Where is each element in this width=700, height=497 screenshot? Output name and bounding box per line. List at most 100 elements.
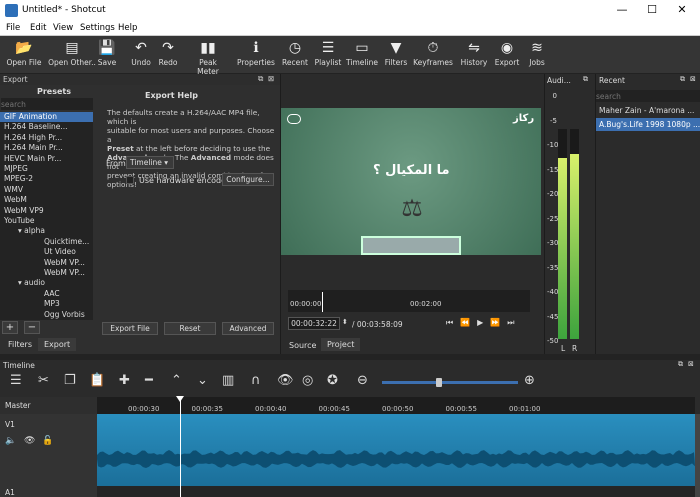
configure-button[interactable]: Configure... bbox=[222, 173, 274, 186]
preset-item[interactable]: Ut Video bbox=[0, 247, 93, 257]
float-icon[interactable]: ⧉ bbox=[678, 360, 683, 369]
tab-filters[interactable]: Filters bbox=[8, 340, 32, 349]
export-file-button[interactable]: Export File bbox=[102, 322, 158, 335]
zoom-slider[interactable] bbox=[382, 378, 518, 387]
preset-item[interactable]: WMV bbox=[0, 185, 93, 195]
menu-view[interactable]: View bbox=[53, 23, 73, 33]
preset-item[interactable]: ▾ audio bbox=[0, 278, 93, 288]
zoom-slider-handle[interactable] bbox=[436, 378, 443, 387]
lift-icon[interactable]: ⌃ bbox=[171, 373, 182, 389]
recent-item[interactable]: A.Bug's.Life 1998 1080p ... bbox=[596, 118, 700, 131]
preset-item[interactable]: MP3 bbox=[0, 299, 93, 309]
preset-item[interactable]: WebM VP... bbox=[0, 268, 93, 278]
preset-item[interactable]: GIF Animation bbox=[0, 112, 93, 123]
video-preview[interactable]: ركاز ما المكيال ؟ ⚖ bbox=[281, 108, 541, 255]
zoom-out-icon[interactable]: ⊖ bbox=[357, 373, 368, 389]
reset-button[interactable]: Reset bbox=[164, 322, 216, 335]
playhead-marker-icon[interactable] bbox=[176, 396, 184, 402]
recent-item[interactable]: Maher Zain - A'marona ... bbox=[596, 104, 700, 117]
toolbar-properties-button[interactable]: ℹ Properties bbox=[237, 38, 275, 72]
lock-icon[interactable]: 🔓 bbox=[42, 436, 53, 446]
toolbar-jobs-button[interactable]: ≋ Jobs bbox=[526, 38, 548, 72]
preset-item[interactable]: ▾ alpha bbox=[0, 226, 93, 236]
paste-icon[interactable]: 📋 bbox=[89, 373, 105, 389]
add-preset-button[interactable]: + bbox=[2, 321, 18, 334]
player-playhead[interactable] bbox=[322, 292, 323, 312]
close-button[interactable]: ✕ bbox=[668, 2, 696, 18]
tab-source[interactable]: Source bbox=[289, 341, 316, 350]
preset-item[interactable]: WebM VP9 bbox=[0, 206, 93, 216]
preset-item[interactable]: Ogg Vorbis bbox=[0, 310, 93, 320]
scrub-icon[interactable]: 👁 bbox=[277, 373, 294, 389]
tab-export[interactable]: Export bbox=[38, 338, 77, 351]
hide-icon[interactable]: 👁 bbox=[24, 436, 35, 446]
close-panel-icon[interactable]: ⊠ bbox=[268, 74, 274, 83]
toolbar-redo-button[interactable]: ↷ Redo bbox=[157, 38, 179, 72]
hardware-encoder-checkbox[interactable] bbox=[126, 176, 134, 184]
maximize-button[interactable]: ☐ bbox=[638, 2, 666, 18]
splitter[interactable] bbox=[544, 74, 545, 354]
menu-icon[interactable]: ☰ bbox=[10, 373, 22, 389]
fast-forward-icon[interactable]: ⏩ bbox=[490, 318, 507, 327]
menu-help[interactable]: Help bbox=[118, 23, 137, 33]
toolbar-open-file-button[interactable]: 📂 Open File bbox=[5, 38, 43, 72]
skip-start-icon[interactable]: ⏮ bbox=[446, 318, 460, 327]
splitter[interactable] bbox=[595, 74, 596, 354]
from-select[interactable]: Timeline ▾ bbox=[126, 156, 174, 169]
menu-settings[interactable]: Settings bbox=[80, 23, 115, 33]
float-icon[interactable]: ⧉ bbox=[583, 75, 588, 84]
close-panel-icon[interactable]: ⊠ bbox=[690, 75, 696, 83]
toolbar-timeline-button[interactable]: ▭ Timeline bbox=[346, 38, 378, 72]
splitter[interactable] bbox=[280, 74, 281, 354]
tab-project[interactable]: Project bbox=[321, 338, 361, 351]
toolbar-playlist-button[interactable]: ☰ Playlist bbox=[314, 38, 342, 72]
recent-search-input[interactable] bbox=[596, 90, 700, 102]
float-icon[interactable]: ⧉ bbox=[258, 74, 263, 84]
append-icon[interactable]: ✚ bbox=[119, 373, 130, 389]
menu-edit[interactable]: Edit bbox=[30, 23, 46, 33]
toolbar-recent-button[interactable]: ◷ Recent bbox=[281, 38, 309, 72]
presets-search-input[interactable] bbox=[1, 98, 93, 110]
mute-icon[interactable]: 🔈 bbox=[5, 436, 16, 446]
toolbar-keyframes-button[interactable]: ⏱ Keyframes bbox=[413, 38, 453, 72]
preset-item[interactable]: H.264 Main Pr... bbox=[0, 143, 93, 153]
toolbar-export-button[interactable]: ◉ Export bbox=[493, 38, 521, 72]
ripple-all-icon[interactable]: ✪ bbox=[327, 373, 338, 389]
splitter[interactable] bbox=[0, 354, 700, 360]
preset-item[interactable]: WebM bbox=[0, 195, 93, 205]
cut-icon[interactable]: ✂ bbox=[38, 373, 49, 389]
preset-item[interactable]: YouTube bbox=[0, 216, 93, 226]
toolbar-undo-button[interactable]: ↶ Undo bbox=[130, 38, 152, 72]
current-time-field[interactable]: 00:00:32:22 bbox=[288, 317, 340, 330]
overwrite-icon[interactable]: ⌄ bbox=[197, 373, 208, 389]
a1-track[interactable] bbox=[97, 486, 695, 497]
player-ruler[interactable]: 00:00:00 00:02:00 bbox=[288, 290, 530, 312]
preset-item[interactable]: HEVC Main Pr... bbox=[0, 154, 93, 164]
toolbar-peak-meter-button[interactable]: ▮▮ Peak Meter bbox=[188, 38, 228, 76]
play-icon[interactable]: ▶ bbox=[477, 318, 490, 327]
toolbar-save-button[interactable]: 💾 Save bbox=[96, 38, 118, 72]
float-icon[interactable]: ⧉ bbox=[680, 75, 685, 84]
preset-item[interactable]: AAC bbox=[0, 289, 93, 299]
preset-item[interactable]: H.264 High Pr... bbox=[0, 133, 93, 143]
copy-icon[interactable]: ❐ bbox=[64, 373, 76, 389]
menu-file[interactable]: File bbox=[6, 23, 20, 33]
preset-item[interactable]: H.264 Baseline... bbox=[0, 122, 93, 132]
presets-list[interactable]: GIF Animation H.264 Baseline... H.264 High… bbox=[0, 112, 93, 320]
preset-item[interactable]: MPEG-2 bbox=[0, 174, 93, 184]
toolbar-history-button[interactable]: ⇋ History bbox=[459, 38, 489, 72]
skip-end-icon[interactable]: ⏭ bbox=[507, 318, 521, 327]
preset-item[interactable]: Quicktime... bbox=[0, 237, 93, 247]
v1-track[interactable] bbox=[97, 414, 695, 486]
split-icon[interactable]: ▥ bbox=[222, 373, 234, 389]
minimize-button[interactable]: — bbox=[608, 2, 636, 18]
close-panel-icon[interactable]: ⊠ bbox=[688, 360, 694, 368]
rewind-icon[interactable]: ⏪ bbox=[460, 318, 477, 327]
preset-item[interactable]: WebM VP... bbox=[0, 258, 93, 268]
advanced-button[interactable]: Advanced bbox=[222, 322, 274, 335]
toolbar-open-other-button[interactable]: ▤ Open Other.. bbox=[48, 38, 96, 72]
preset-item[interactable]: MJPEG bbox=[0, 164, 93, 174]
snap-icon[interactable]: ∩ bbox=[251, 373, 261, 389]
timeline-playhead[interactable] bbox=[180, 397, 181, 497]
toolbar-filters-button[interactable]: ▼ Filters bbox=[384, 38, 408, 72]
